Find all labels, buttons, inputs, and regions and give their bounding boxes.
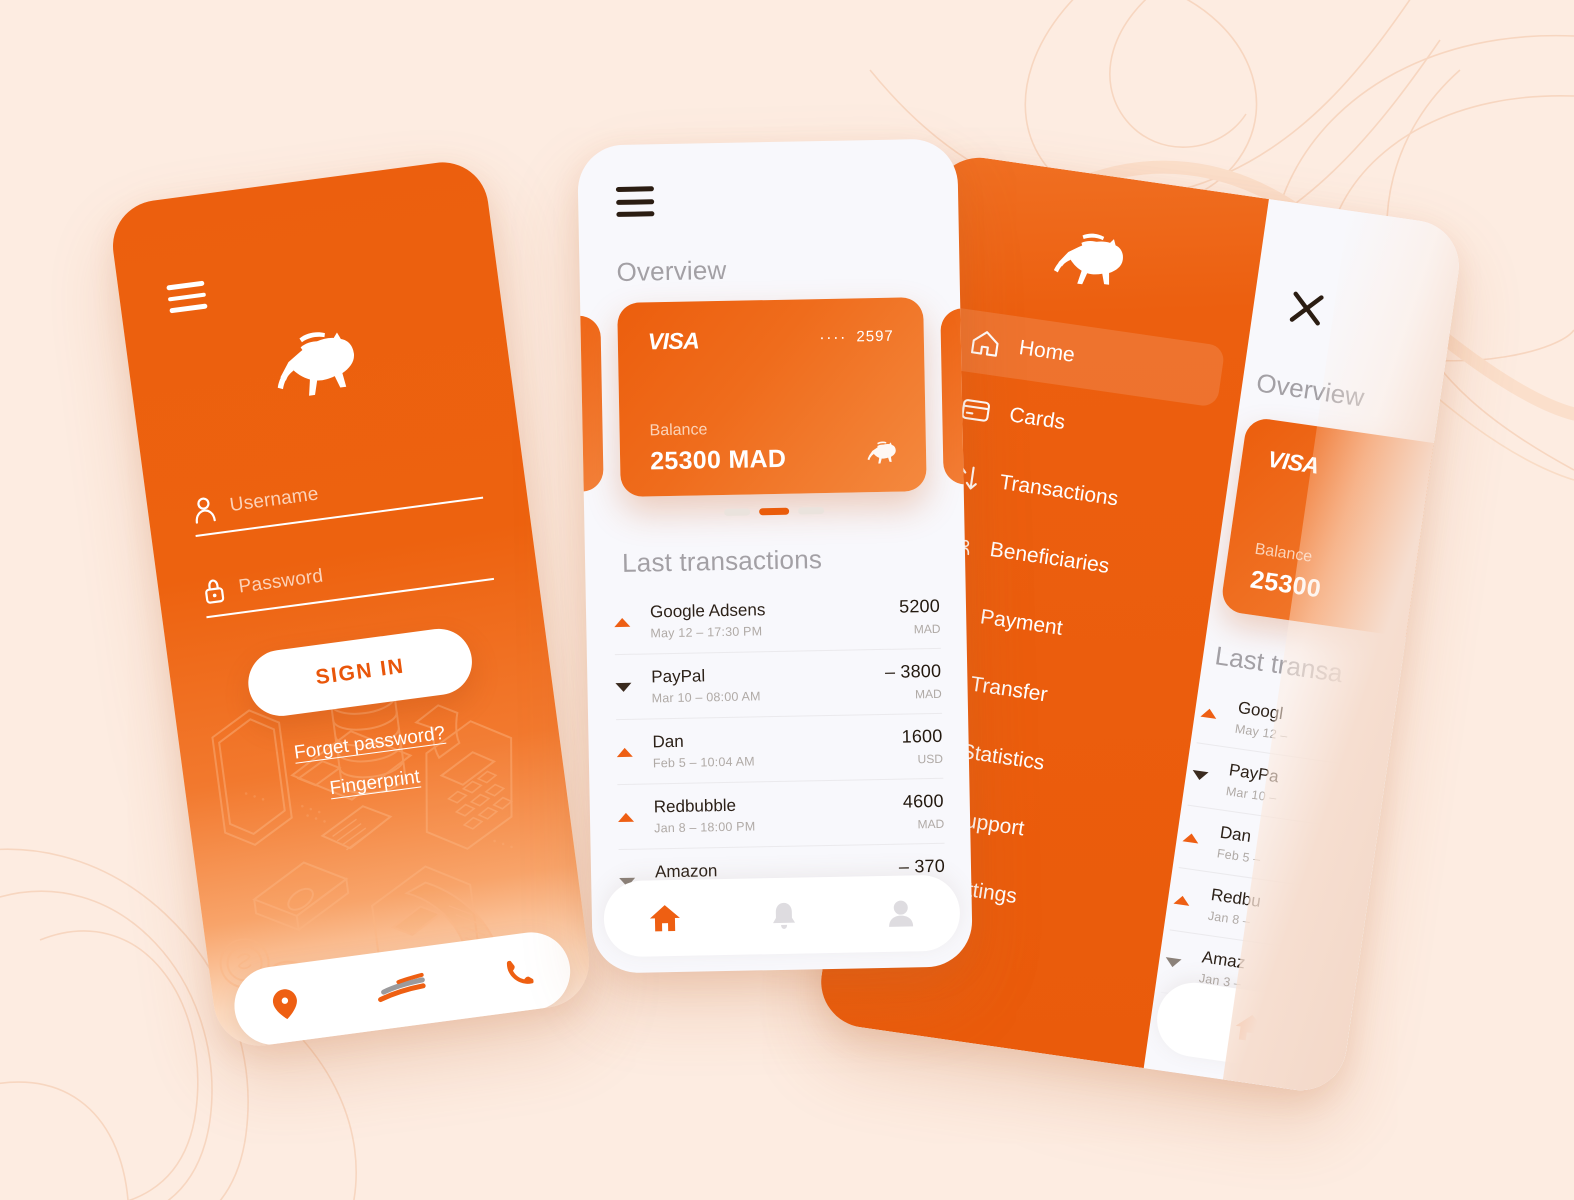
table-row[interactable]: Dan Feb 5 – 10:04 AM 1600 USD	[616, 712, 944, 785]
card-peek-left[interactable]	[577, 315, 604, 493]
card-pagination	[584, 504, 964, 518]
sidebar-item-label: Beneficiaries	[988, 537, 1111, 578]
transaction-amount: – 3800	[884, 660, 942, 682]
visa-logo: VISA	[1266, 445, 1321, 479]
arrow-up-icon	[1173, 894, 1191, 906]
card-mask-dots: ....	[819, 325, 848, 344]
location-pin-icon[interactable]	[270, 987, 300, 1022]
transaction-amount: 4600	[902, 790, 944, 812]
transaction-name: Redbubble	[653, 795, 737, 817]
user-icon	[195, 497, 216, 524]
arrow-down-icon	[615, 682, 632, 692]
balance-label: Balance	[649, 421, 708, 440]
arrow-up-icon	[1182, 831, 1200, 844]
arrow-up-icon	[616, 747, 633, 757]
transaction-name: Dan	[652, 731, 684, 752]
phone-icon[interactable]	[502, 956, 534, 989]
transaction-amount: 5200	[898, 595, 941, 617]
sidebar-item-label: Transactions	[998, 470, 1120, 511]
transaction-date: May 12 – 17:30 PM	[650, 624, 763, 641]
transaction-date: Mar 10 – 08:00 AM	[651, 689, 761, 706]
sidebar-item-label: Cards	[1007, 403, 1067, 435]
running-horse-logo	[277, 332, 354, 396]
transaction-date: Jan 8 – 18:00 PM	[654, 819, 756, 836]
hamburger-icon[interactable]	[615, 186, 655, 224]
home-icon[interactable]	[648, 903, 681, 934]
bell-icon[interactable]	[770, 901, 799, 932]
transaction-amount: 1600	[901, 725, 943, 747]
pagination-dot-2[interactable]	[759, 507, 790, 516]
transactions-title: Last transactions	[621, 544, 823, 578]
preview-transactions-title: Last transa	[1213, 640, 1345, 689]
bottom-navigation-bar	[603, 874, 961, 958]
phone-overview-screen: Overview VISA .... 2597 Balance 25300 MA…	[577, 138, 973, 974]
username-field[interactable]: Username	[190, 459, 484, 537]
sidebar-item-label: Transfer	[969, 672, 1049, 707]
table-row[interactable]: Redbubble Jan 8 – 18:00 PM 4600 MAD	[617, 777, 945, 850]
transaction-date: Feb 5 – 10:04 AM	[652, 754, 755, 771]
preview-bottom-navigation-bar	[1152, 977, 1411, 1087]
credit-card-icon	[960, 398, 991, 424]
password-field[interactable]: Password	[201, 541, 495, 619]
transaction-currency: MAD	[913, 621, 941, 637]
transaction-currency: MAD	[917, 816, 945, 832]
transaction-currency: USD	[917, 751, 944, 767]
home-outline-icon	[970, 328, 1001, 358]
phone-login-screen: Username Password SIGN IN Forget passwor…	[107, 156, 595, 1052]
card-number-mask: .... 2597	[819, 325, 894, 347]
balance-label: Balance	[1253, 540, 1314, 566]
table-row[interactable]: Google Adsens May 12 – 17:30 PM 5200 MAD	[614, 584, 941, 654]
transaction-name: Google Adsens	[649, 600, 766, 622]
preview-visa-card[interactable]: VISA Balance 25300	[1219, 416, 1465, 644]
preview-page-title: Overview	[1254, 367, 1367, 413]
running-horse-logo	[1053, 233, 1123, 285]
transaction-name: PayPal	[651, 666, 706, 687]
arrow-down-icon	[1191, 769, 1209, 781]
user-icon[interactable]	[887, 898, 916, 929]
table-row[interactable]: PayPal Mar 10 – 08:00 AM – 3800 MAD	[614, 647, 943, 720]
brand-mark-icon[interactable]	[371, 969, 431, 1008]
lock-icon	[205, 579, 225, 604]
sidebar-item-label: Payment	[978, 605, 1065, 640]
card-last4: 2597	[856, 327, 894, 346]
sidebar-item-label: Statistics	[959, 739, 1046, 775]
visa-logo: VISA	[647, 327, 700, 355]
balance-value: 25300	[1248, 565, 1323, 604]
password-placeholder: Password	[237, 565, 325, 598]
close-icon[interactable]	[1287, 289, 1326, 328]
balance-value: 25300 MAD	[649, 444, 787, 476]
arrow-up-icon	[617, 812, 635, 822]
sidebar-item-label: Home	[1017, 336, 1077, 367]
visa-balance-card[interactable]: VISA .... 2597 Balance 25300 MAD	[617, 297, 927, 497]
transaction-currency: MAD	[914, 686, 942, 702]
pagination-dot-3[interactable]	[798, 507, 825, 515]
username-placeholder: Username	[228, 483, 320, 517]
pagination-dot-1[interactable]	[724, 508, 751, 516]
hamburger-icon[interactable]	[166, 280, 208, 321]
arrow-down-icon	[1164, 956, 1182, 968]
page-title: Overview	[616, 254, 727, 287]
arrow-up-icon	[614, 617, 631, 627]
arrow-up-icon	[1200, 707, 1218, 719]
running-horse-logo	[867, 441, 896, 464]
home-icon[interactable]	[1233, 1011, 1269, 1045]
